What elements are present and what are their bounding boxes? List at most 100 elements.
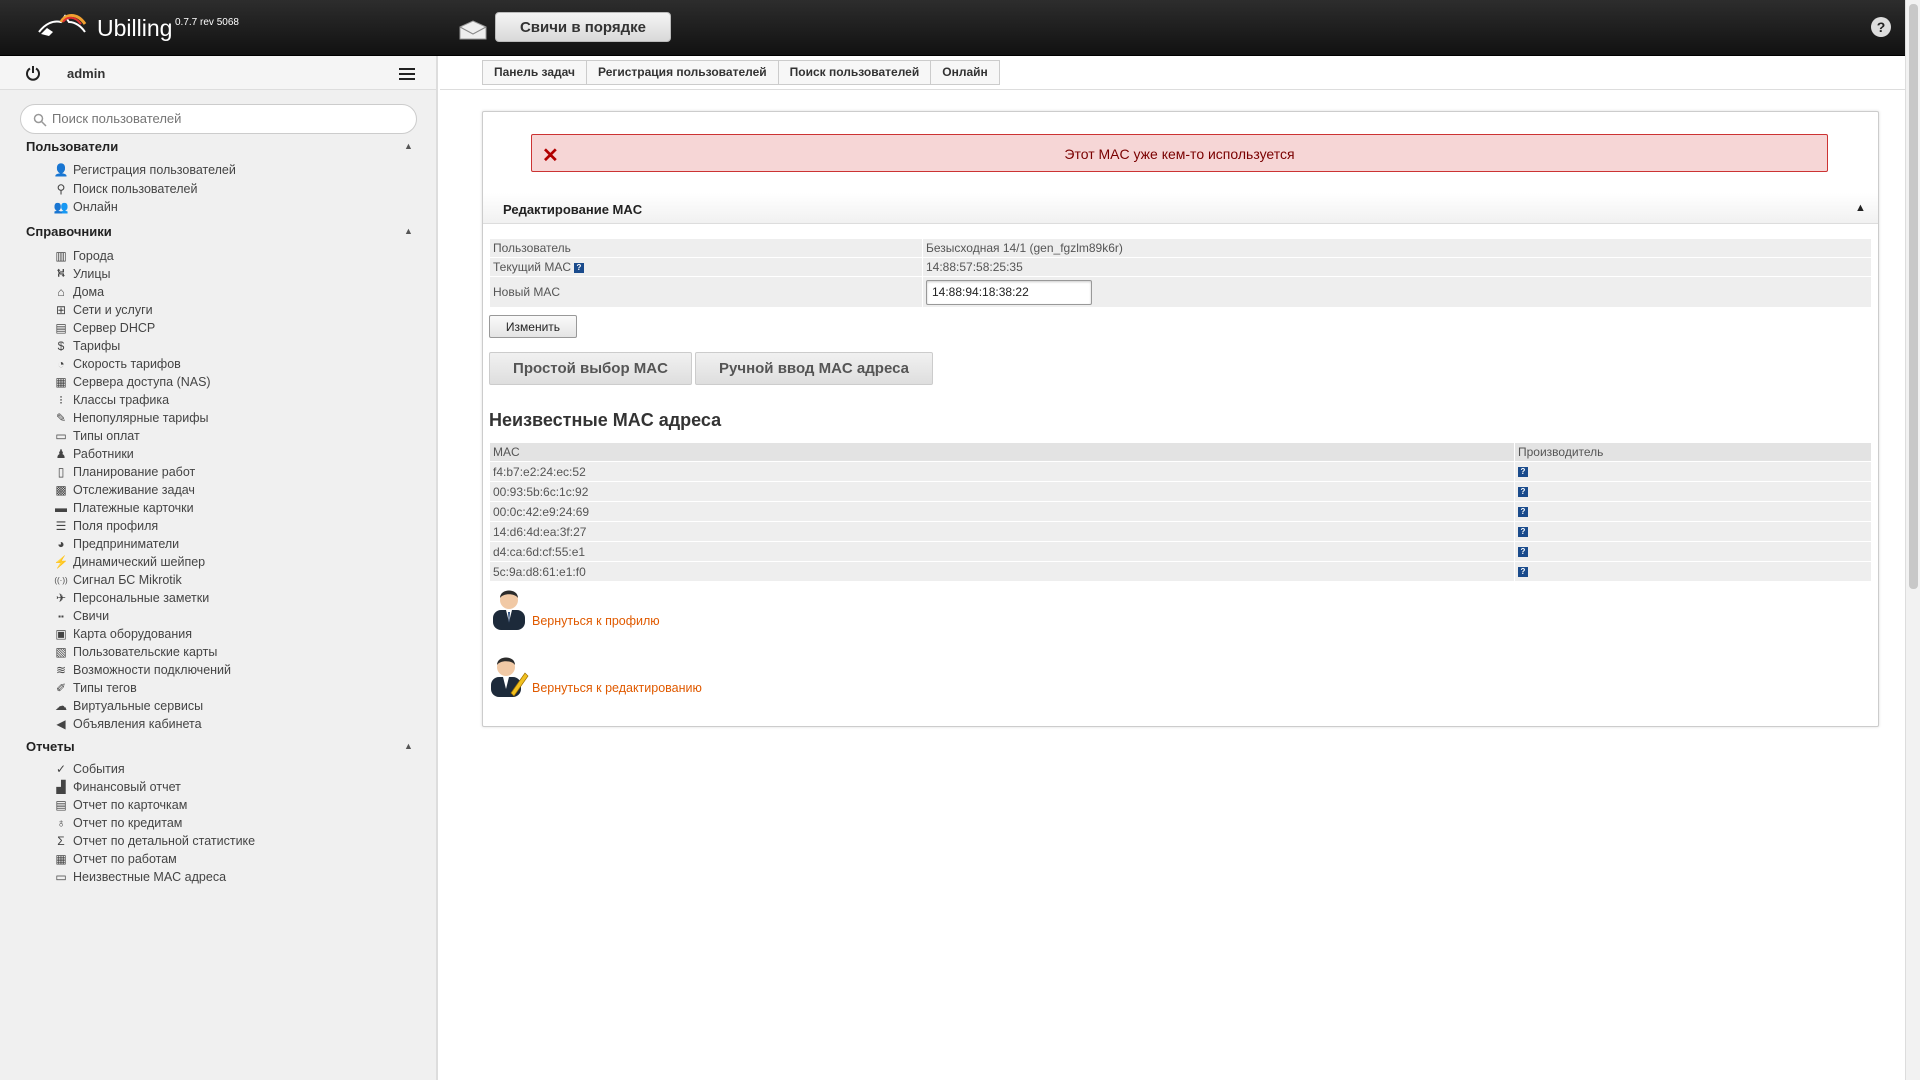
sidebar-item-label: Типы оплат bbox=[73, 429, 140, 443]
breadcrumb-dashboard[interactable]: Панель задач bbox=[483, 61, 587, 84]
user-search-box[interactable] bbox=[20, 104, 417, 134]
logo-icon[interactable] bbox=[35, 10, 87, 38]
sidebar-item[interactable]: ⛕ Улицы bbox=[53, 264, 111, 284]
app-brand[interactable]: Ubilling bbox=[97, 15, 172, 42]
hamburger-menu-icon[interactable] bbox=[399, 67, 415, 81]
sidebar-item[interactable]: ✎ Непопулярные тарифы bbox=[53, 408, 209, 428]
mac-cell[interactable]: 00:93:5b:6c:1c:92 bbox=[489, 481, 1515, 502]
sidebar-item[interactable]: ▦ Отчет по работам bbox=[53, 849, 176, 869]
breadcrumb-user-search[interactable]: Поиск пользователей bbox=[779, 61, 932, 84]
help-icon[interactable]: ? bbox=[1871, 17, 1891, 37]
sidebar-item[interactable]: ✓ События bbox=[53, 759, 125, 779]
user-search-input[interactable] bbox=[52, 111, 402, 126]
mail-icon[interactable] bbox=[458, 19, 488, 41]
vendor-lookup-icon[interactable]: ? bbox=[1518, 507, 1528, 518]
sidebar-item[interactable]: ✐ Типы тегов bbox=[53, 678, 137, 698]
signal-icon: ((·)) bbox=[54, 575, 68, 585]
collapse-arrow-icon[interactable]: ▲ bbox=[404, 741, 413, 751]
sidebar-item[interactable]: ▭ Неизвестные MAC адреса bbox=[53, 867, 226, 887]
back-to-edit-text[interactable]: Вернуться к редактированию bbox=[532, 681, 702, 695]
manual-mac-input-button[interactable]: Ручной ввод MAC адреса bbox=[695, 352, 933, 385]
sidebar-item[interactable]: ☰ Поля профиля bbox=[53, 516, 159, 536]
sidebar-item-label: Пользовательские карты bbox=[73, 645, 218, 659]
vendor-lookup-icon[interactable]: ? bbox=[1518, 547, 1528, 558]
vendor-lookup-icon[interactable]: ? bbox=[1518, 527, 1528, 538]
scrollbar-thumb[interactable] bbox=[1909, 4, 1918, 589]
mac-cell[interactable]: 5c:9a:d8:61:e1:f0 bbox=[489, 561, 1515, 582]
form-row-user: Пользователь Безысходная 14/1 (gen_fgzlm… bbox=[489, 238, 1872, 258]
pin-icon: ✈ bbox=[55, 591, 67, 605]
sidebar-item-label: Типы тегов bbox=[73, 681, 137, 695]
sidebar-item[interactable]: Σ Отчет по детальной статистике bbox=[53, 831, 255, 851]
sidebar-section-title[interactable]: Справочники bbox=[26, 224, 112, 239]
header-divider bbox=[440, 89, 1910, 90]
power-icon[interactable] bbox=[25, 65, 41, 81]
breadcrumb-online[interactable]: Онлайн bbox=[931, 61, 999, 84]
sidebar-item[interactable]: ▥ Города bbox=[53, 246, 113, 266]
back-to-profile-text[interactable]: Вернуться к профилю bbox=[532, 614, 660, 628]
sidebar-item[interactable]: ◕ Предприниматели bbox=[53, 534, 179, 554]
mac-cell[interactable]: 00:0c:42:e9:24:69 bbox=[489, 501, 1515, 522]
unknown-macs-title: Неизвестные MAC адреса bbox=[489, 410, 722, 430]
sidebar-item-label: Отслеживание задач bbox=[73, 483, 195, 497]
sidebar-item[interactable]: ▦ Сервера доступа (NAS) bbox=[53, 372, 210, 392]
sidebar-item[interactable]: ▣ Карта оборудования bbox=[53, 624, 192, 644]
sidebar-item[interactable]: ⊞ Сети и услуги bbox=[53, 300, 153, 320]
mac-cell[interactable]: f4:b7:e2:24:ec:52 bbox=[489, 461, 1515, 482]
sidebar-item[interactable]: $ Тарифы bbox=[53, 336, 121, 356]
sidebar-item[interactable]: ▟ Финансовый отчет bbox=[53, 777, 180, 797]
sidebar-item[interactable]: ♟ Работники bbox=[53, 444, 134, 464]
sidebar-item[interactable]: ▤ Сервер DHCP bbox=[53, 318, 155, 338]
sidebar-item[interactable]: ((·)) Сигнал БС Mikrotik bbox=[53, 570, 182, 590]
sidebar-item[interactable]: ⚡ Динамический шейпер bbox=[53, 552, 206, 572]
vendor-lookup-icon[interactable]: ? bbox=[1518, 567, 1528, 578]
switches-status-button[interactable]: Свичи в порядке bbox=[495, 12, 671, 42]
back-to-edit-link[interactable]: Вернуться к редактированию bbox=[489, 649, 702, 697]
sidebar-item[interactable]: ✈ Персональные заметки bbox=[53, 588, 209, 608]
sidebar-item[interactable]: ▧ Пользовательские карты bbox=[53, 642, 217, 662]
edit-mac-form: Пользователь Безысходная 14/1 (gen_fgzlm… bbox=[489, 238, 1872, 308]
vendor-lookup-icon[interactable]: ? bbox=[1518, 487, 1528, 498]
sidebar-section-title[interactable]: Пользователи bbox=[26, 139, 118, 154]
edit-mac-section-header[interactable]: Редактирование MAC ▲ bbox=[483, 193, 1878, 224]
network-icon: ⊞ bbox=[55, 303, 67, 317]
check-circle-icon: ✓ bbox=[55, 762, 67, 776]
mac-cell[interactable]: 14:d6:4d:ea:3f:27 bbox=[489, 521, 1515, 542]
sidebar-item-label: Сигнал БС Mikrotik bbox=[73, 573, 182, 587]
sidebar-item[interactable]: ▯ Планирование работ bbox=[53, 462, 196, 482]
sidebar-item[interactable]: ⁝ Классы трафика bbox=[53, 390, 169, 410]
vendor-lookup-icon[interactable]: ? bbox=[1518, 467, 1528, 478]
user-avatar-icon bbox=[493, 590, 525, 630]
sidebar-item[interactable]: ▪▪ Свичи bbox=[53, 606, 109, 626]
sidebar-item[interactable]: 👥 Онлайн bbox=[53, 197, 118, 217]
simple-mac-select-button[interactable]: Простой выбор MAC bbox=[489, 352, 692, 385]
payment-icon: ▭ bbox=[55, 429, 67, 443]
column-header-vendor: Производитель bbox=[1514, 442, 1872, 462]
sidebar-item[interactable]: ◀ Объявления кабинета bbox=[53, 714, 201, 734]
sidebar-item[interactable]: ▬ Платежные карточки bbox=[53, 498, 194, 518]
sidebar-item[interactable]: ⌂ Дома bbox=[53, 282, 104, 302]
sidebar-item-label: Неизвестные MAC адреса bbox=[73, 870, 227, 884]
mac-cell[interactable]: d4:ca:6d:cf:55:e1 bbox=[489, 541, 1515, 562]
unknown-macs-table: MAC Производитель f4:b7:e2:24:ec:52? 00:9… bbox=[489, 442, 1872, 582]
sidebar-item[interactable]: ▩ Отслеживание задач bbox=[53, 480, 195, 500]
sidebar-item[interactable]: ▭ Типы оплат bbox=[53, 426, 140, 446]
sidebar-item[interactable]: ♁ Отчет по кредитам bbox=[53, 813, 183, 833]
back-to-profile-link[interactable]: Вернуться к профилю bbox=[489, 582, 660, 630]
sidebar-item[interactable]: ◔ Скорость тарифов bbox=[53, 354, 180, 374]
sidebar-item[interactable]: 👤 Регистрация пользователей bbox=[53, 160, 236, 180]
breadcrumb-user-registration[interactable]: Регистрация пользователей bbox=[587, 61, 779, 84]
collapse-arrow-icon[interactable]: ▲ bbox=[1855, 202, 1866, 214]
sidebar-section-title[interactable]: Отчеты bbox=[26, 739, 75, 754]
change-button[interactable]: Изменить bbox=[489, 315, 577, 338]
new-mac-input[interactable] bbox=[926, 279, 1092, 305]
sidebar-item[interactable]: ▤ Отчет по карточкам bbox=[53, 795, 187, 815]
sidebar-item[interactable]: ≋ Возможности подключений bbox=[53, 660, 231, 680]
sidebar-item[interactable]: ☁ Виртуальные сервисы bbox=[53, 696, 203, 716]
help-icon[interactable]: ? bbox=[574, 262, 584, 273]
collapse-arrow-icon[interactable]: ▲ bbox=[404, 141, 413, 151]
collapse-arrow-icon[interactable]: ▲ bbox=[404, 226, 413, 236]
vendor-cell: ? bbox=[1514, 521, 1872, 542]
page-scrollbar[interactable] bbox=[1905, 0, 1920, 1080]
sidebar-item[interactable]: ⚲ Поиск пользователей bbox=[53, 179, 198, 199]
